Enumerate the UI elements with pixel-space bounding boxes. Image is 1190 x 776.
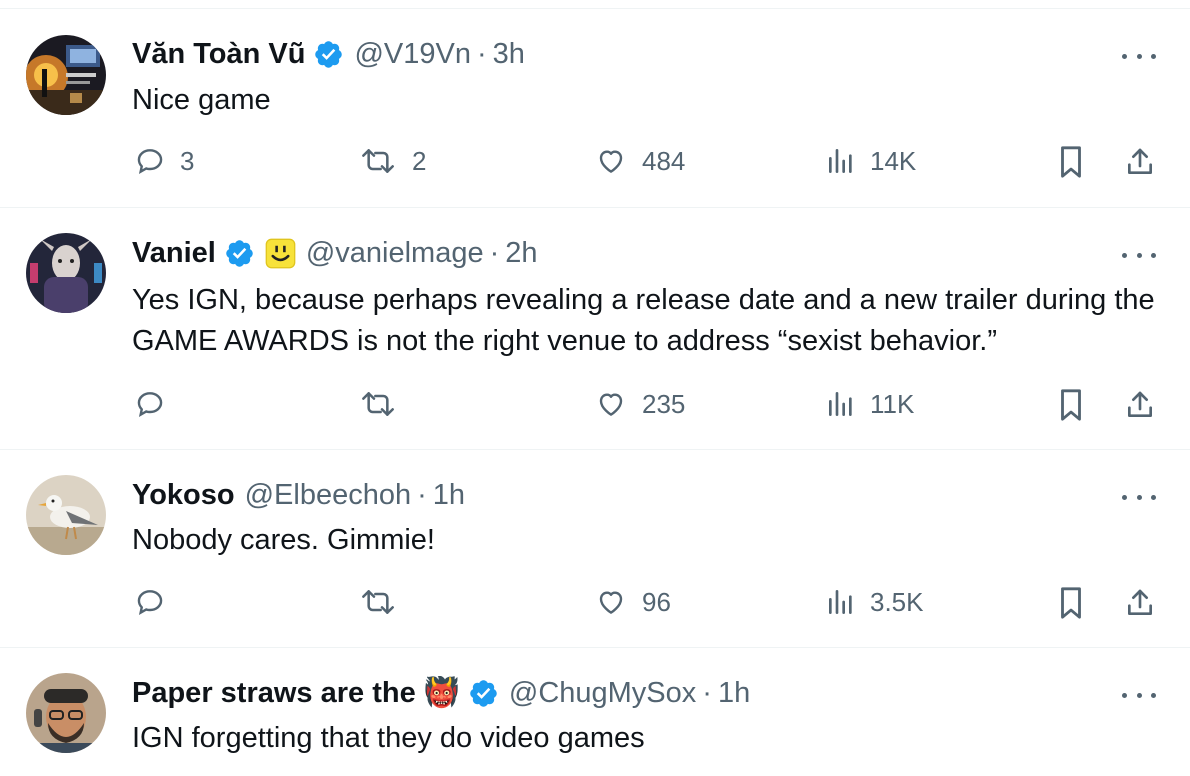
reply-button[interactable]: 3 [134,145,194,177]
repost-icon [362,392,394,416]
reply-icon [137,392,163,418]
display-name[interactable]: Paper straws are the 👹 [132,676,460,710]
avatar[interactable] [26,35,106,115]
user-handle[interactable]: @vanielmage [306,237,484,270]
display-name[interactable]: Văn Toàn Vũ [132,38,305,71]
bookmark-button[interactable] [1056,388,1086,422]
repost-button[interactable] [358,388,412,420]
reply-icon [137,590,163,616]
share-button[interactable] [1124,586,1156,620]
timestamp[interactable]: 1h [433,479,465,512]
repost-icon [362,590,394,614]
timestamp[interactable]: 1h [718,677,750,710]
tweet-header: Yokoso @Elbeechoh · 1h [132,475,465,515]
separator-dot: · [489,236,500,269]
tweet-header: Văn Toàn Vũ @V19Vn · 3h [132,34,525,74]
more-icon[interactable] [1122,49,1156,63]
share-icon [1128,391,1152,417]
verified-badge-icon[interactable] [224,238,255,269]
repost-count: 2 [412,145,427,176]
more-icon[interactable] [1122,688,1156,702]
tweet[interactable]: Vaniel @vanielmage · 2h Yes IGN, because… [0,208,1190,450]
tweet-header: Paper straws are the 👹 @ChugMySox · 1h [132,673,750,713]
like-button[interactable]: 484 [594,145,685,177]
repost-button[interactable]: 2 [358,145,426,177]
user-handle[interactable]: @ChugMySox [509,677,696,710]
tweet-header: Vaniel @vanielmage · 2h [132,233,538,273]
tweet-text: Nobody cares. Gimmie! [132,524,435,556]
verified-badge-icon[interactable] [313,39,344,70]
reply-count: 3 [180,145,195,176]
display-name[interactable]: Yokoso [132,479,235,512]
views-button[interactable]: 11K [826,388,914,420]
tweet[interactable]: Yokoso @Elbeechoh · 1h Nobody cares. Gim… [0,450,1190,648]
like-count: 96 [642,586,671,617]
repost-icon [362,149,394,173]
separator-dot: · [477,37,487,70]
more-icon[interactable] [1122,490,1156,504]
bookmark-button[interactable] [1056,586,1086,620]
views-button[interactable]: 3.5K [826,586,924,618]
reply-button[interactable] [134,586,180,618]
views-button[interactable]: 14K [826,145,916,177]
like-count: 484 [642,145,686,176]
bookmark-button[interactable] [1056,145,1086,179]
bookmark-icon [1061,587,1081,619]
share-icon [1128,148,1152,174]
views-icon [829,590,852,614]
avatar[interactable] [26,475,106,555]
tweet-text: Nice game [132,84,271,116]
heart-icon [599,591,623,614]
bookmark-icon [1061,389,1081,421]
heart-icon [599,150,623,173]
tweet[interactable]: Văn Toàn Vũ @V19Vn · 3h Nice game 3 2 48… [0,9,1190,208]
like-button[interactable]: 235 [594,388,685,420]
share-icon [1128,589,1152,615]
views-icon [829,149,852,173]
smiley-affiliate-icon[interactable] [265,238,296,269]
tweet-text: IGN forgetting that they do video games [132,722,645,754]
like-count: 235 [642,388,686,419]
avatar[interactable] [26,233,106,313]
tweet[interactable]: Paper straws are the 👹 @ChugMySox · 1h I… [0,648,1190,776]
timestamp[interactable]: 3h [493,38,525,71]
separator-dot: · [417,478,427,511]
views-icon [829,392,852,416]
view-count: 14K [870,145,917,176]
share-button[interactable] [1124,145,1156,179]
reply-button[interactable] [134,388,180,420]
verified-badge-icon[interactable] [468,678,499,709]
view-count: 3.5K [870,586,924,617]
user-handle[interactable]: @Elbeechoh [245,479,412,512]
reply-icon [137,149,163,175]
avatar[interactable] [26,673,106,753]
view-count: 11K [870,388,915,419]
separator-dot: · [702,676,712,709]
share-button[interactable] [1124,388,1156,422]
user-handle[interactable]: @V19Vn [354,38,471,71]
like-button[interactable]: 96 [594,586,671,618]
timestamp[interactable]: 2h [505,237,537,270]
repost-button[interactable] [358,586,412,618]
heart-icon [599,393,623,416]
display-name[interactable]: Vaniel [132,237,216,270]
bookmark-icon [1061,146,1081,178]
tweet-text: Yes IGN, because perhaps revealing a rel… [132,284,1155,357]
more-icon[interactable] [1122,248,1156,262]
